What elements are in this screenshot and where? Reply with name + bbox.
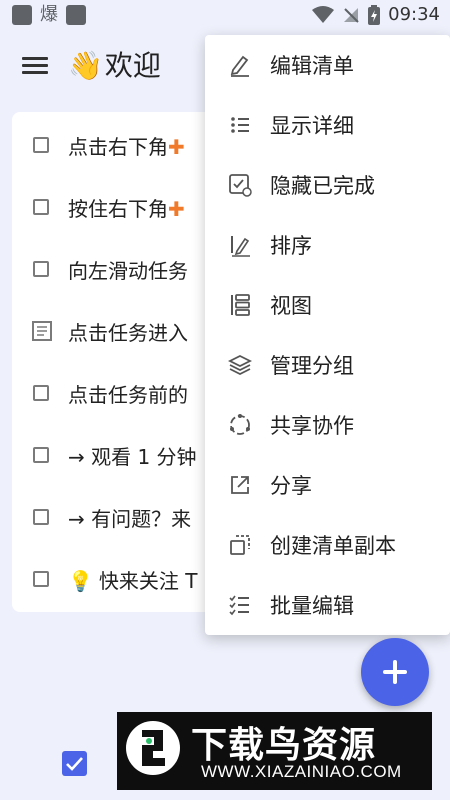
clock: 09:34 [388, 4, 440, 25]
notification-icon [12, 5, 32, 25]
notification-icon [66, 5, 86, 25]
menu-item-label: 批量编辑 [270, 594, 354, 618]
batch-edit-icon [227, 592, 253, 618]
task-text: 快来关注 T [98, 568, 198, 593]
task-checkbox[interactable] [33, 137, 49, 153]
bird-logo-icon [126, 721, 180, 775]
pencil-icon [227, 52, 253, 78]
watermark-url: WWW.XIAZAINIAO.COM [201, 762, 402, 781]
status-bar: 爆 09:34 [0, 0, 450, 30]
menu-item-show-details[interactable]: 显示详细 [205, 95, 450, 155]
menu-item-hide-completed[interactable]: 隐藏已完成 [205, 155, 450, 215]
menu-item-share-collab[interactable]: 共享协作 [205, 395, 450, 455]
menu-item-sort[interactable]: 排序 [205, 215, 450, 275]
task-checkbox[interactable] [33, 447, 49, 463]
menu-item-edit-list[interactable]: 编辑清单 [205, 35, 450, 95]
orange-plus-icon: ✚ [168, 134, 185, 159]
note-icon[interactable] [32, 321, 52, 341]
wifi-icon [312, 5, 335, 23]
layers-icon [227, 352, 253, 378]
task-checkbox[interactable] [33, 571, 49, 587]
task-text: 点击任务前的 [68, 382, 188, 407]
task-checkbox[interactable] [33, 385, 49, 401]
task-text: → 观看 1 分钟 [68, 444, 197, 469]
menu-item-label: 排序 [270, 234, 312, 258]
task-text: 按住右下角 [68, 196, 168, 221]
menu-item-label: 创建清单副本 [270, 534, 396, 558]
page-title: 👋 欢迎 [68, 46, 161, 86]
menu-item-label: 视图 [270, 294, 312, 318]
no-signal-icon [344, 7, 359, 23]
menu-item-batch-edit[interactable]: 批量编辑 [205, 575, 450, 635]
lightbulb-icon: 💡 [68, 568, 93, 593]
orange-plus-icon: ✚ [168, 196, 185, 221]
task-text: 向左滑动任务 [68, 258, 188, 283]
share-collab-icon [227, 412, 253, 438]
menu-item-label: 显示详细 [270, 114, 354, 138]
hamburger-menu-button[interactable] [22, 54, 48, 76]
add-task-button[interactable] [361, 638, 429, 706]
overflow-menu: 编辑清单 显示详细 隐藏已完成 排序 视图 管理分组 共享协作 分享 创建清单副… [205, 35, 450, 635]
external-share-icon [227, 472, 253, 498]
check-icon [66, 757, 83, 771]
status-char: 爆 [40, 4, 58, 25]
waving-hand-icon: 👋 [68, 49, 103, 82]
sort-icon [227, 232, 253, 258]
task-text: → 有问题？来 [68, 506, 192, 531]
menu-item-label: 管理分组 [270, 354, 354, 378]
menu-item-label: 共享协作 [270, 414, 354, 438]
duplicate-icon [227, 532, 253, 558]
hide-completed-icon [227, 172, 253, 198]
menu-item-view[interactable]: 视图 [205, 275, 450, 335]
menu-item-manage-groups[interactable]: 管理分组 [205, 335, 450, 395]
task-checkbox[interactable] [33, 509, 49, 525]
watermark: 下载鸟资源 WWW.XIAZAINIAO.COM [117, 712, 432, 790]
task-text: 点击右下角 [68, 134, 168, 159]
watermark-brand: 下载鸟资源 [191, 725, 377, 766]
menu-item-label: 隐藏已完成 [270, 174, 375, 198]
menu-item-duplicate-list[interactable]: 创建清单副本 [205, 515, 450, 575]
battery-icon [368, 4, 381, 25]
task-checkbox[interactable] [33, 261, 49, 277]
page-title-text: 欢迎 [104, 49, 161, 82]
completed-checkbox[interactable] [62, 751, 87, 776]
list-details-icon [227, 112, 253, 138]
task-checkbox[interactable] [33, 199, 49, 215]
task-text: 点击任务进入 [68, 320, 188, 345]
view-icon [227, 292, 253, 318]
menu-item-label: 编辑清单 [270, 54, 354, 78]
menu-item-share[interactable]: 分享 [205, 455, 450, 515]
menu-item-label: 分享 [270, 474, 312, 498]
